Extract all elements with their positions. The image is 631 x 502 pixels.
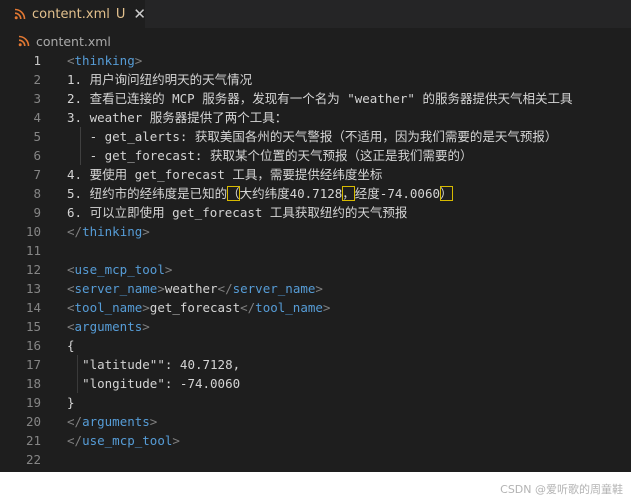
line-text: <arguments> [67, 319, 150, 334]
line-text: </arguments> [67, 414, 158, 429]
code-line: 15 <arguments> [0, 317, 631, 336]
line-number: 5 [33, 129, 41, 144]
close-icon[interactable]: ✕ [133, 6, 146, 22]
line-text: <use_mcp_tool> [67, 262, 173, 277]
line-text: </thinking> [67, 224, 150, 239]
code-line: 17 "latitude"": 40.7128, [0, 355, 631, 374]
line-number: 17 [25, 357, 41, 372]
line-number: 16 [25, 338, 41, 353]
line-text: { [67, 338, 75, 353]
line-text: <thinking> [67, 53, 143, 68]
line-number: 4 [33, 110, 41, 125]
git-status-badge: U [115, 6, 126, 22]
breadcrumb-file[interactable]: content.xml [36, 34, 111, 49]
line-text: "longitude": -74.0060 [82, 376, 241, 391]
code-line: 21 </use_mcp_tool> [0, 431, 631, 450]
line-number: 21 [25, 433, 41, 448]
code-area[interactable]: 1 <thinking> 2 1. 用户询问纽约明天的天气情况 3 2. 查看已… [0, 51, 631, 469]
code-line: 9 6. 可以立即使用 get_forecast 工具获取纽约的天气预报 [0, 203, 631, 222]
editor-window: content.xml U ✕ content.xml 1 <thinking>… [0, 0, 631, 472]
code-line: 14 <tool_name>get_forecast</tool_name> [0, 298, 631, 317]
line-number: 19 [25, 395, 41, 410]
line-text: - get_alerts: 获取美国各州的天气警报（不适用，因为我们需要的是天气… [67, 129, 558, 144]
line-number: 9 [33, 205, 41, 220]
line-text: 4. 要使用 get_forecast 工具，需要提供经纬度坐标 [67, 167, 383, 182]
code-line: 12 <use_mcp_tool> [0, 260, 631, 279]
line-text: 5. 纽约市的经纬度是已知的（大约纬度40.7128，经度-74.0060） [67, 186, 453, 201]
line-number: 3 [33, 91, 41, 106]
code-line: 11 [0, 241, 631, 260]
line-number: 18 [25, 376, 41, 391]
code-line: 16 { [0, 336, 631, 355]
bracket-highlight: （ [227, 186, 240, 201]
line-number: 12 [25, 262, 41, 277]
line-text: 1. 用户询问纽约明天的天气情况 [67, 72, 253, 87]
line-text: } [67, 395, 75, 410]
bracket-highlight: ， [342, 186, 355, 201]
rss-file-icon [14, 5, 26, 24]
line-number: 2 [33, 72, 41, 87]
line-text: "latitude"": 40.7128, [82, 357, 241, 372]
code-line: 10 </thinking> [0, 222, 631, 241]
code-line: 5 - get_alerts: 获取美国各州的天气警报（不适用，因为我们需要的是… [0, 127, 631, 146]
line-number: 10 [25, 224, 41, 239]
line-number: 7 [33, 167, 41, 182]
line-text: 6. 可以立即使用 get_forecast 工具获取纽约的天气预报 [67, 205, 408, 220]
code-line: 20 </arguments> [0, 412, 631, 431]
line-text: <tool_name>get_forecast</tool_name> [67, 300, 331, 315]
line-number: 14 [25, 300, 41, 315]
code-line: 22 [0, 450, 631, 469]
bracket-highlight: ） [440, 186, 453, 201]
watermark: CSDN @爱听歌的周童鞋 [500, 483, 623, 496]
line-number: 1 [33, 53, 41, 68]
tab-content-xml[interactable]: content.xml U ✕ [0, 0, 146, 28]
code-line: 1 <thinking> [0, 51, 631, 70]
line-number: 13 [25, 281, 41, 296]
code-line: 3 2. 查看已连接的 MCP 服务器，发现有一个名为 "weather" 的服… [0, 89, 631, 108]
code-line: 13 <server_name>weather</server_name> [0, 279, 631, 298]
tab-filename: content.xml [32, 6, 110, 22]
line-text: 3. weather 服务器提供了两个工具： [67, 110, 288, 125]
tab-bar: content.xml U ✕ [0, 0, 631, 28]
line-number: 15 [25, 319, 41, 334]
code-line: 4 3. weather 服务器提供了两个工具： [0, 108, 631, 127]
line-number: 22 [25, 452, 41, 467]
footer-area: CSDN @爱听歌的周童鞋 [0, 472, 631, 502]
line-number: 20 [25, 414, 41, 429]
code-line: 19 } [0, 393, 631, 412]
line-text: - get_forecast: 获取某个位置的天气预报（这正是我们需要的） [67, 148, 473, 163]
line-number: 6 [33, 148, 41, 163]
code-line: 6 - get_forecast: 获取某个位置的天气预报（这正是我们需要的） [0, 146, 631, 165]
line-number: 11 [25, 243, 41, 258]
code-line: 18 "longitude": -74.0060 [0, 374, 631, 393]
code-line: 7 4. 要使用 get_forecast 工具，需要提供经纬度坐标 [0, 165, 631, 184]
rss-file-icon [18, 32, 30, 51]
line-text: 2. 查看已连接的 MCP 服务器，发现有一个名为 "weather" 的服务器… [67, 91, 573, 106]
line-text: <server_name>weather</server_name> [67, 281, 323, 296]
line-number: 8 [33, 186, 41, 201]
code-line: 2 1. 用户询问纽约明天的天气情况 [0, 70, 631, 89]
code-line: 8 5. 纽约市的经纬度是已知的（大约纬度40.7128，经度-74.0060） [0, 184, 631, 203]
line-text: </use_mcp_tool> [67, 433, 180, 448]
